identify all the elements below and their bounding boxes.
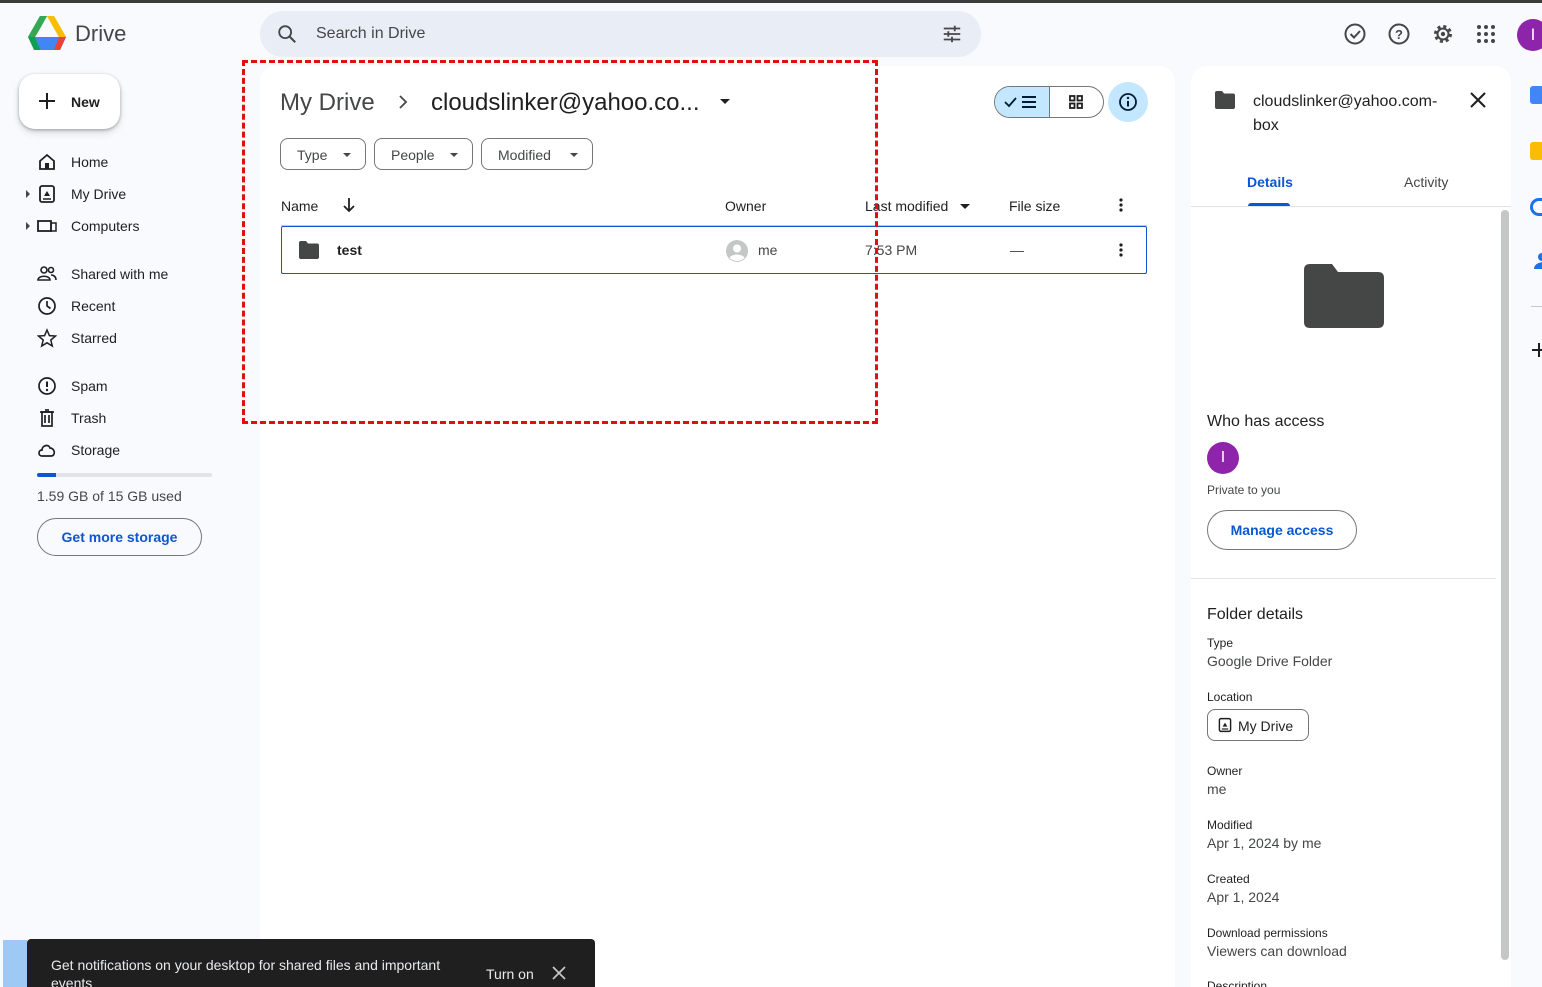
snackbar-text: Get notifications on your desktop for sh… [51,957,441,987]
sidebar-item-starred[interactable]: Starred [26,323,246,353]
more-vert-icon[interactable] [1114,196,1128,219]
plus-icon [36,90,58,117]
location-chip[interactable]: My Drive [1207,709,1309,741]
rail-divider [1531,306,1542,307]
grid-view-button[interactable] [1050,87,1103,117]
search-options-icon[interactable] [941,23,963,50]
large-folder-icon [1304,264,1384,333]
help-icon[interactable]: ? [1387,22,1411,46]
type-value: Google Drive Folder [1207,653,1333,669]
location-value: My Drive [1238,718,1294,734]
sidebar-item-label: Home [71,154,109,170]
tab-activity[interactable]: Activity [1404,174,1448,190]
sidebar-item-label: Trash [71,410,107,426]
folder-details-heading: Folder details [1207,606,1304,623]
calendar-icon[interactable] [1530,86,1542,104]
keep-icon[interactable] [1530,142,1542,160]
list-view-button[interactable] [995,87,1050,117]
new-button[interactable]: New [19,74,120,129]
details-info-button[interactable] [1108,82,1148,122]
modified-value: Apr 1, 2024 by me [1207,835,1322,851]
sidebar-item-home[interactable]: Home [26,147,246,177]
download-permissions-label: Download permissions [1207,926,1328,940]
type-label: Type [1207,636,1234,650]
my-drive-icon [37,184,57,204]
info-icon [1119,93,1137,111]
storage-progress-fill [37,473,56,477]
sidebar-item-computers[interactable]: Computers [26,211,246,241]
view-toggle[interactable] [994,86,1104,118]
ready-offline-icon[interactable] [1343,22,1367,46]
svg-text:?: ? [1395,27,1403,42]
search-input[interactable]: Search in Drive [316,25,425,43]
close-icon[interactable] [1468,90,1488,115]
privacy-text: Private to you [1207,483,1281,497]
created-label: Created [1207,872,1250,886]
sidebar-item-recent[interactable]: Recent [26,291,246,321]
modified-label: Modified [1207,818,1253,832]
trash-icon [37,408,57,428]
sort-dropdown-icon[interactable] [960,204,970,209]
search-icon[interactable] [276,23,298,50]
sidebar-item-trash[interactable]: Trash [26,403,246,433]
folder-icon [1215,91,1235,114]
sidebar-item-label: Shared with me [71,266,169,282]
column-header-file-size[interactable]: File size [1009,198,1060,214]
download-permissions-value: Viewers can download [1207,943,1347,959]
expand-caret-icon[interactable] [26,190,30,198]
notification-snackbar: Get notifications on your desktop for sh… [27,939,595,987]
tab-divider [1191,206,1511,207]
sidebar-item-label: Computers [71,218,140,234]
owner-value: me [1207,781,1227,797]
computer-icon [37,216,57,236]
details-title: cloudslinker@yahoo.com-box [1253,93,1438,134]
tasks-icon[interactable] [1530,198,1542,216]
account-avatar[interactable]: I [1517,19,1542,51]
clock-icon [37,296,57,316]
manage-access-button[interactable]: Manage access [1207,510,1357,550]
who-has-access-heading: Who has access [1207,413,1325,430]
sidebar-item-label: Spam [71,378,108,394]
sidebar-item-storage[interactable]: Storage [26,435,246,465]
sidebar-item-label: Storage [71,442,121,458]
turn-on-button[interactable]: Turn on [486,966,534,982]
new-label: New [71,94,100,110]
drive-logo-icon[interactable] [28,16,66,50]
app-name[interactable]: Drive [75,21,126,47]
star-icon [36,328,58,348]
people-icon [37,264,57,284]
description-label: Description [1207,979,1268,987]
section-divider [1191,578,1496,579]
storage-progress-bar [37,473,212,477]
settings-icon[interactable] [1431,22,1455,46]
home-icon [37,152,57,172]
add-addon-icon[interactable] [1531,342,1542,363]
sidebar-item-label: My Drive [71,186,127,202]
spam-icon [37,376,57,396]
access-user-avatar[interactable]: I [1207,442,1239,474]
contacts-icon[interactable] [1532,252,1542,270]
cloud-icon [37,440,57,460]
apps-grid-icon[interactable] [1474,22,1498,46]
get-more-storage-button[interactable]: Get more storage [37,518,202,556]
highlight-annotation-box [242,60,878,424]
expand-caret-icon[interactable] [26,222,30,230]
sidebar-item-label: Starred [71,330,117,346]
details-scrollbar[interactable] [1501,210,1509,960]
sidebar-item-my-drive[interactable]: My Drive [26,179,246,209]
sidebar-item-spam[interactable]: Spam [26,371,246,401]
sidebar-item-label: Recent [71,298,116,314]
tab-details[interactable]: Details [1247,174,1293,190]
sidebar-item-shared[interactable]: Shared with me [26,259,246,289]
row-more-vert-icon[interactable] [1114,241,1128,264]
my-drive-icon [1217,717,1233,738]
left-edge-strip [3,940,27,987]
dismiss-close-icon[interactable] [552,966,566,985]
search-bar[interactable]: Search in Drive [260,11,981,57]
file-size: — [1010,242,1024,258]
location-label: Location [1207,690,1253,704]
storage-usage-text: 1.59 GB of 15 GB used [37,488,182,504]
owner-label: Owner [1207,764,1243,778]
created-value: Apr 1, 2024 [1207,889,1280,905]
